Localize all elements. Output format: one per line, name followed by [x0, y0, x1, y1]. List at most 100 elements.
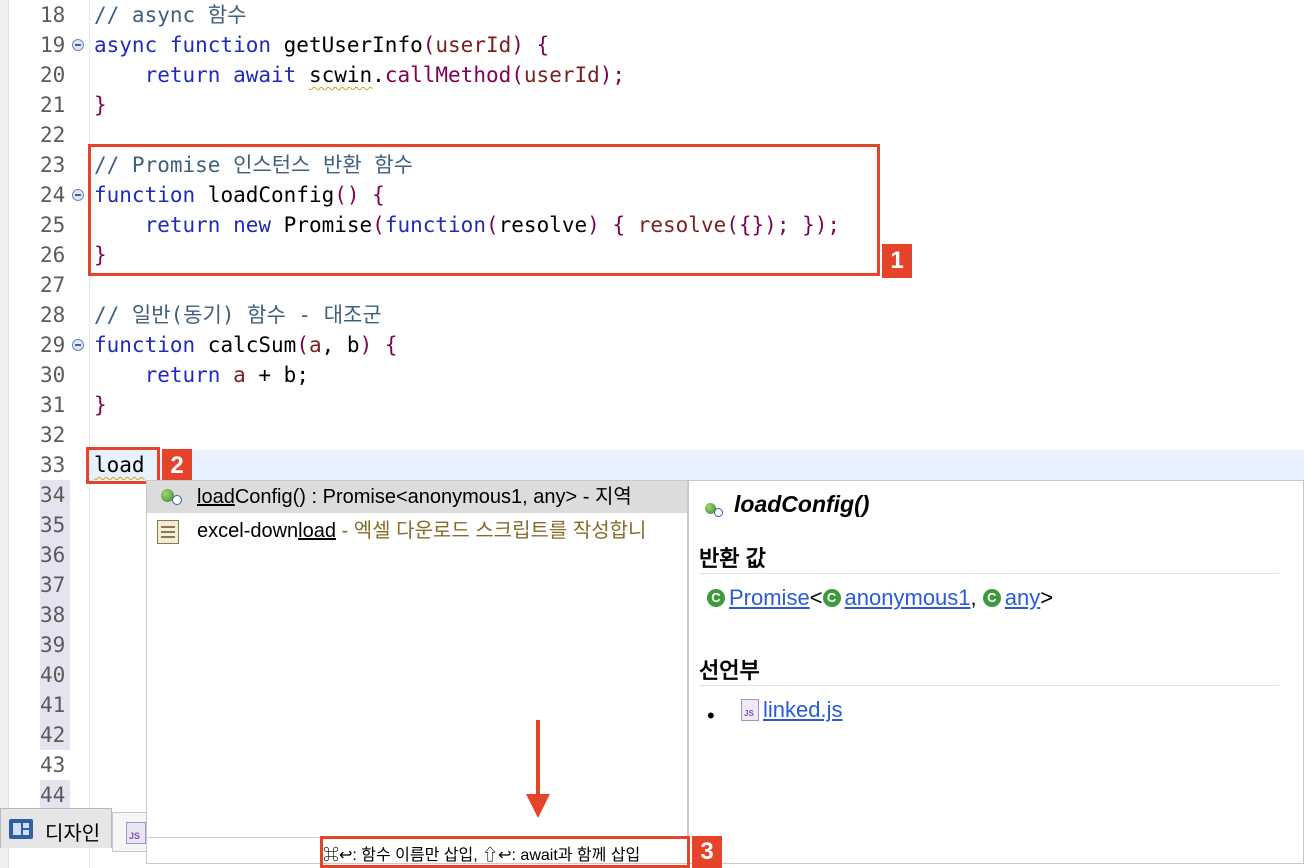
paren: );	[599, 63, 626, 87]
line-number: 31	[40, 393, 66, 417]
line-number: 32	[40, 423, 66, 447]
keyword: function	[94, 333, 208, 357]
object-name: scwin	[308, 63, 373, 87]
line-number: 38	[40, 600, 70, 630]
line-number: 35	[40, 510, 70, 540]
function-name: getUserInfo	[283, 33, 423, 57]
annotation-number-2: 2	[162, 449, 192, 483]
assist-item-label: loadConfig() : Promise<anonymous1, any> …	[197, 486, 632, 508]
argument: userId	[523, 63, 600, 87]
current-line-highlight	[90, 450, 1304, 480]
list-bullet: •	[707, 703, 715, 728]
public-method-icon	[705, 503, 723, 519]
keyword: async function	[94, 33, 284, 57]
assist-item-excel-download[interactable]: excel-download - 엑셀 다운로드 스크립트를 작성합니	[147, 515, 687, 547]
line-number: 22	[40, 123, 66, 147]
line-number: 30	[40, 363, 66, 387]
js-file-icon: JS	[741, 699, 759, 721]
operator: +	[245, 363, 284, 387]
tab-javascript[interactable]: JS	[112, 812, 148, 852]
comma: ,	[321, 333, 347, 357]
code-line-19[interactable]: async function getUserInfo(userId) {	[94, 30, 549, 60]
keyword: return	[94, 363, 234, 387]
variable: b	[283, 363, 297, 387]
param: userId	[435, 33, 512, 57]
template-icon	[157, 520, 179, 544]
line-number: 44	[40, 780, 70, 810]
line-number: 33	[40, 453, 66, 477]
type-link-promise[interactable]: Promise	[729, 585, 810, 611]
js-file-icon: JS	[126, 822, 146, 844]
line-number: 25	[40, 213, 66, 237]
method-name: callMethod	[384, 63, 512, 87]
fold-collapse-icon[interactable]	[72, 189, 84, 201]
gutter-separator	[89, 0, 90, 868]
function-name: calcSum	[207, 333, 297, 357]
public-method-icon	[161, 489, 182, 505]
code-line-28[interactable]: // 일반(동기) 함수 - 대조군	[94, 300, 382, 330]
line-number: 29	[40, 333, 66, 357]
tab-design-label: 디자인	[45, 823, 101, 845]
overview-ruler	[0, 0, 9, 868]
editor-gutter: 18 19 20 21 22 23 24 25 26 27 28 29 30 3…	[0, 0, 90, 868]
line-number: 28	[40, 303, 66, 327]
line-number: 34	[40, 480, 70, 510]
semicolon: ;	[296, 363, 309, 387]
paren: ) {	[359, 333, 398, 357]
line-number: 40	[40, 660, 70, 690]
line-number: 23	[40, 153, 66, 177]
annotation-box-3	[320, 836, 690, 868]
param: a	[308, 333, 322, 357]
fold-collapse-icon[interactable]	[72, 339, 84, 351]
line-number: 24	[40, 183, 66, 207]
fold-collapse-icon[interactable]	[72, 39, 84, 51]
annotation-number-1: 1	[882, 244, 912, 278]
annotation-arrow-head	[526, 794, 550, 818]
variable: a	[233, 363, 246, 387]
line-number: 21	[40, 93, 66, 117]
paren: (	[296, 333, 309, 357]
doc-hover-popup[interactable]: loadConfig() 반환 값 C Promise < Canonymous1, …	[688, 480, 1304, 864]
class-icon: C	[707, 589, 725, 607]
annotation-number-3: 3	[692, 836, 722, 868]
declaration-file-link[interactable]: linked.js	[763, 697, 842, 723]
section-divider	[699, 685, 1279, 686]
type-bracket: <	[809, 585, 823, 610]
annotation-box-2	[86, 447, 160, 484]
line-number: 18	[40, 3, 66, 27]
paren: (	[511, 63, 524, 87]
line-number: 39	[40, 630, 70, 660]
tab-design[interactable]: 디자인	[0, 808, 112, 848]
paren: (	[422, 33, 436, 57]
type-bracket: >	[1040, 585, 1054, 610]
line-number: 26	[40, 243, 66, 267]
return-type: C Promise < Canonymous1, Cany >	[707, 585, 1053, 611]
return-value-heading: 반환 값	[699, 546, 766, 571]
annotation-box-1	[88, 144, 880, 276]
section-divider	[699, 573, 1279, 574]
code-line-18[interactable]: // async 함수	[94, 0, 246, 30]
assist-item-label: excel-download - 엑셀 다운로드 스크립트를 작성합니	[197, 520, 647, 542]
type-link-anonymous1[interactable]: anonymous1	[845, 585, 971, 611]
class-icon: C	[982, 589, 1001, 607]
design-view-icon	[9, 819, 33, 839]
type-comma: ,	[970, 585, 983, 610]
code-line-31[interactable]: }	[94, 390, 107, 420]
code-line-20[interactable]: return await scwin.callMethod(userId);	[94, 60, 626, 90]
type-link-any[interactable]: any	[1005, 585, 1040, 611]
code-line-30[interactable]: return a + b;	[94, 360, 309, 390]
code-line-21[interactable]: }	[94, 90, 107, 120]
assist-item-loadconfig[interactable]: loadConfig() : Promise<anonymous1, any> …	[147, 481, 687, 513]
line-number: 19	[40, 33, 66, 57]
keyword: return await	[94, 63, 309, 87]
line-number: 36	[40, 540, 70, 570]
declaration-file: JS linked.js	[741, 697, 842, 723]
declaration-heading: 선언부	[699, 658, 760, 683]
line-number: 42	[40, 720, 70, 750]
param: b	[346, 333, 360, 357]
line-number: 37	[40, 570, 70, 600]
content-assist-popup[interactable]: loadConfig() : Promise<anonymous1, any> …	[146, 480, 688, 864]
doc-title: loadConfig()	[734, 491, 870, 517]
dot: .	[372, 63, 385, 87]
code-line-29[interactable]: function calcSum(a, b) {	[94, 330, 398, 360]
